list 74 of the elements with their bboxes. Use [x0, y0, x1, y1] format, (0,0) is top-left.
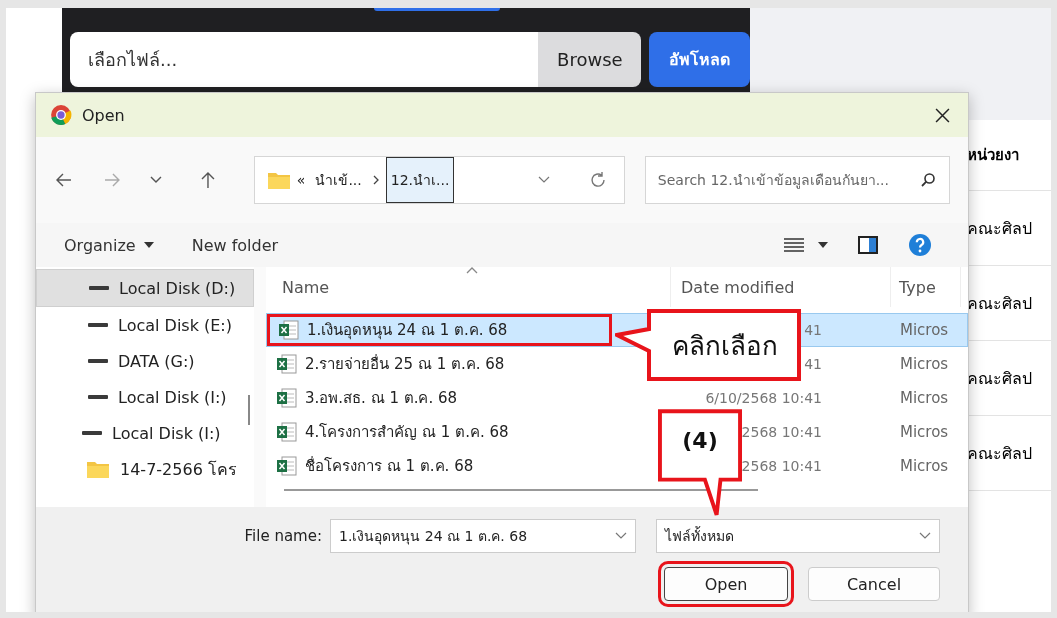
column-header[interactable]: Date modified — [671, 267, 891, 307]
drive-icon — [88, 322, 108, 328]
column-header[interactable]: Type — [891, 267, 961, 307]
new-folder-button[interactable]: New folder — [191, 235, 279, 255]
nav-item[interactable]: Local Disk (E:) — [36, 307, 254, 343]
search-icon — [920, 172, 937, 188]
window-title: Open — [82, 105, 126, 125]
file-input[interactable]: เลือกไฟล์... — [70, 32, 539, 87]
scrollbar[interactable] — [284, 489, 758, 491]
nav-label: 14-7-2566 โคร — [120, 458, 237, 481]
file-name-field[interactable]: 1.เงินอุดหนุน 24 ณ 1 ต.ค. 68 — [330, 519, 636, 553]
close-icon[interactable] — [935, 107, 950, 123]
chevron-down-icon[interactable] — [149, 176, 162, 184]
date-text: 2568 10:41 — [741, 424, 822, 440]
help-icon[interactable] — [908, 233, 932, 257]
nav-label: Local Disk (I:) — [118, 387, 227, 407]
file-name[interactable]: 3.อพ.สธ. ณ 1 ต.ค. 68 — [305, 386, 458, 410]
preview-pane-icon[interactable] — [858, 236, 878, 254]
breadcrumb[interactable]: นำเข้... — [311, 157, 366, 203]
spreadsheet-file-icon — [277, 456, 297, 476]
date-text: 2568 10:41 — [741, 458, 822, 474]
type-cell-text: Micros — [899, 456, 950, 477]
column-header[interactable]: Name — [266, 267, 671, 307]
drive-icon — [88, 394, 108, 400]
file-type-dropdown[interactable]: ไฟล์ทั้งหมด — [656, 519, 940, 553]
search-field[interactable]: Search 12.นำเข้าข้อมูลเดือนกันยา... — [644, 156, 951, 204]
file-name[interactable]: ชื่อโครงการ ณ 1 ต.ค. 68 — [305, 454, 474, 478]
date-text: 41 — [804, 356, 822, 372]
chevron-down-icon[interactable] — [537, 176, 550, 184]
caret-icon — [143, 242, 154, 248]
nav-item[interactable]: DATA (G:) — [36, 343, 254, 379]
spreadsheet-file-icon — [277, 354, 297, 374]
view-list-icon[interactable] — [784, 238, 804, 252]
folder-icon — [86, 459, 110, 479]
nav-item[interactable]: 14-7-2566 โคร — [36, 451, 254, 487]
overflow-chevron[interactable]: « — [296, 172, 306, 188]
callout-tooltip: (4) — [658, 408, 742, 518]
spreadsheet-file-icon — [277, 422, 297, 442]
folder-icon — [266, 170, 291, 190]
nav-label: Local Disk (I:) — [112, 423, 221, 443]
type-cell-text: Micros — [899, 320, 950, 341]
drive-icon — [89, 285, 109, 291]
chevron-right-icon[interactable] — [372, 175, 379, 185]
sort-caret-icon — [466, 267, 478, 274]
nav-item[interactable]: Local Disk (I:) — [36, 415, 254, 451]
type-cell-text: Micros — [899, 422, 950, 443]
nav-label: DATA (G:) — [118, 351, 195, 371]
cancel-button[interactable]: Cancel — [808, 567, 940, 601]
type-cell-text: Micros — [899, 354, 950, 375]
file-name: 1.เงินอุดหนุน 24 ณ 1 ต.ค. 68 — [307, 320, 508, 342]
caret-icon[interactable] — [818, 242, 828, 248]
scrollbar[interactable] — [248, 395, 250, 425]
nav-label: Local Disk (E:) — [118, 315, 232, 335]
spreadsheet-file-icon — [279, 320, 299, 340]
chevron-down-icon[interactable] — [615, 532, 627, 540]
file-name[interactable]: 2.รายจ่ายอื่น 25 ณ 1 ต.ค. 68 — [305, 352, 505, 376]
nav-item[interactable]: Local Disk (D:) — [36, 269, 254, 307]
file-name[interactable]: 4.โครงการสำคัญ ณ 1 ต.ค. 68 — [305, 420, 509, 444]
drive-icon — [82, 430, 102, 436]
nav-item[interactable]: Local Disk (I:) — [36, 379, 254, 415]
file-name-label: File name: — [244, 527, 322, 545]
date-text: 41 — [804, 322, 822, 338]
chevron-down-icon[interactable] — [919, 532, 931, 540]
browse-button[interactable]: Browse — [538, 32, 642, 87]
drive-icon — [88, 358, 108, 364]
address-bar[interactable]: « นำเข้... 12.นำเ... — [253, 156, 625, 204]
nav-label: Local Disk (D:) — [119, 278, 236, 298]
date-text: 6/10/2568 10:41 — [705, 390, 822, 406]
spreadsheet-file-icon — [277, 388, 297, 408]
organize-menu[interactable]: Organize — [64, 235, 154, 255]
browser-logo-icon — [50, 104, 72, 126]
upload-button[interactable]: อัพโหลด — [649, 32, 750, 87]
type-cell-text: Micros — [899, 388, 950, 409]
breadcrumb[interactable]: 12.นำเ... — [385, 157, 455, 203]
